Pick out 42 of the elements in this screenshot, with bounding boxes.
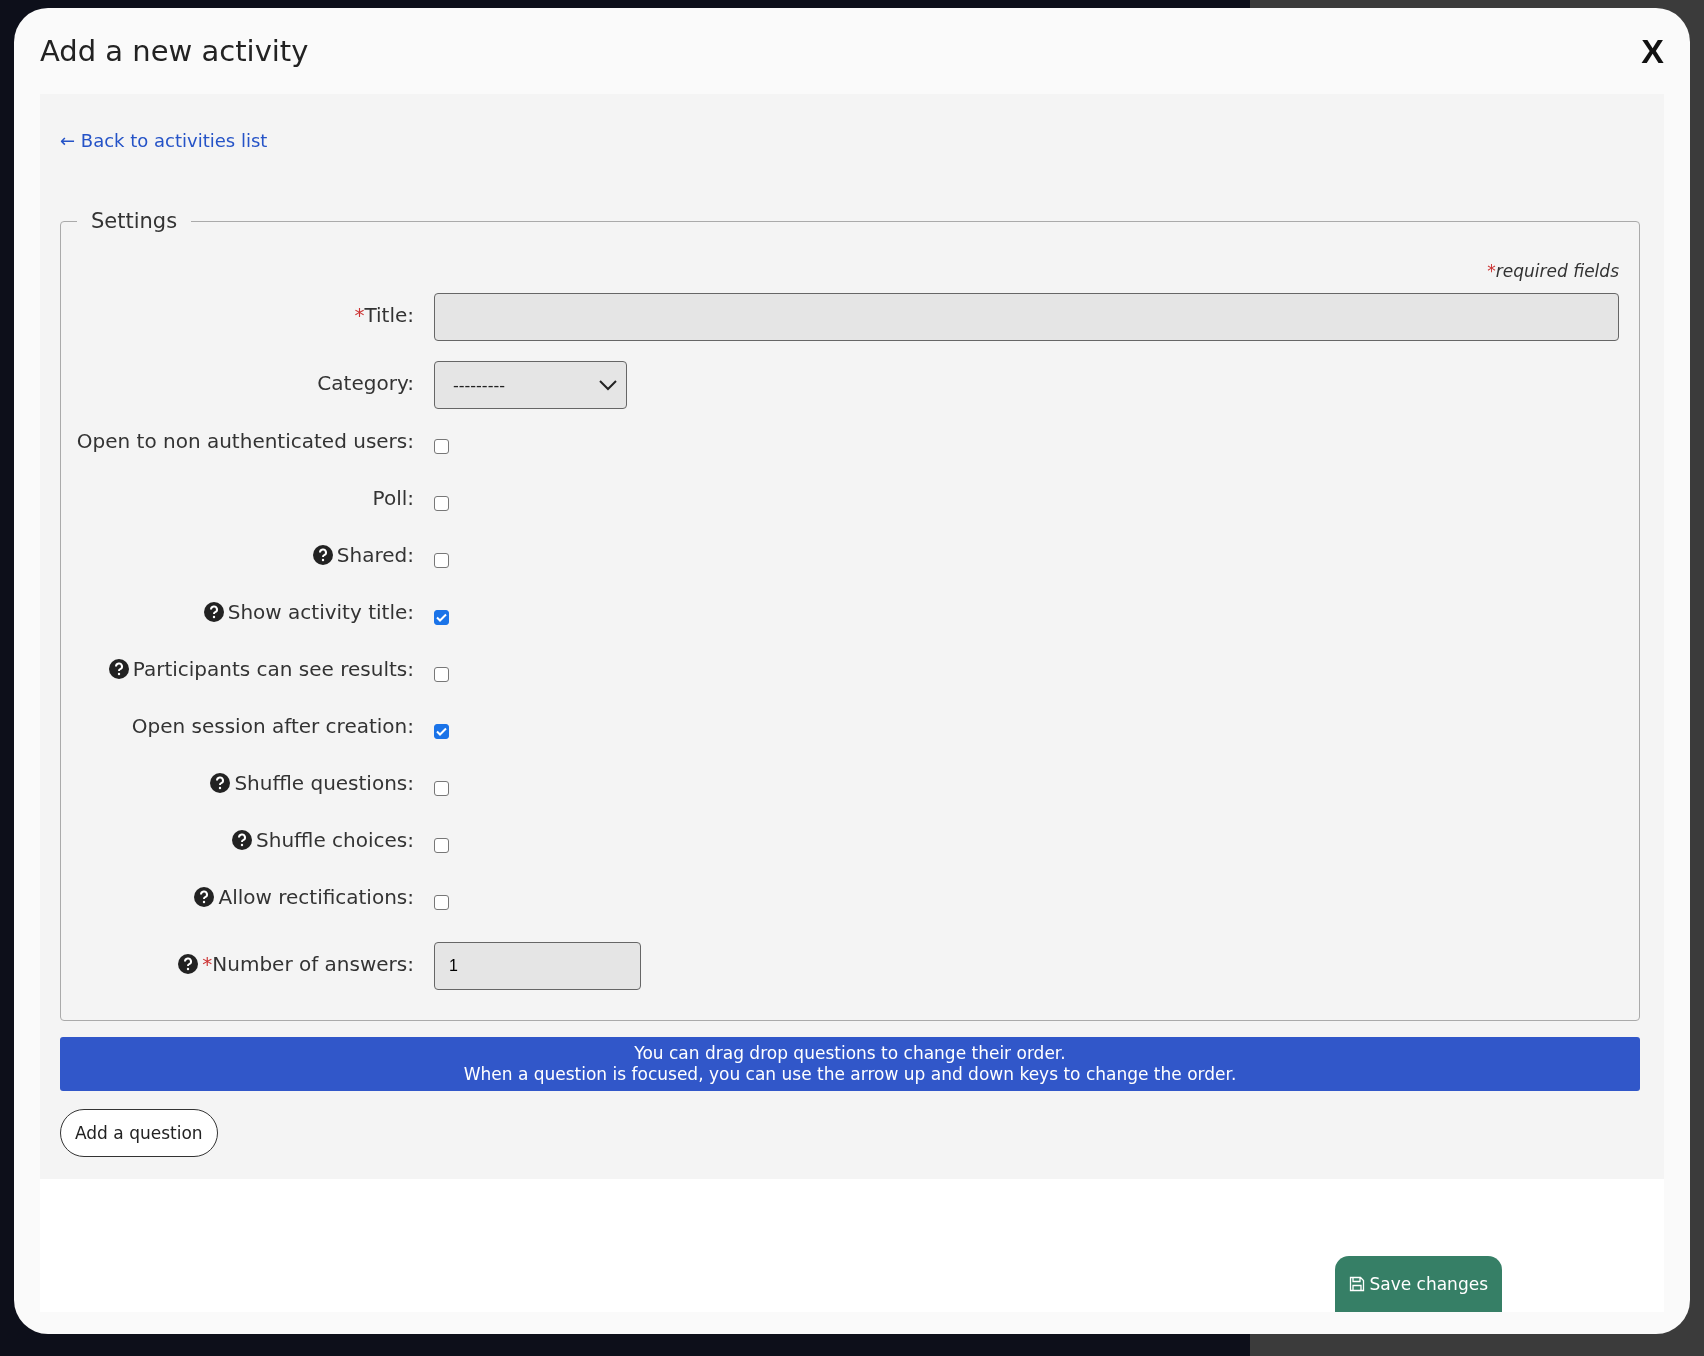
- add-question-button[interactable]: Add a question: [60, 1109, 218, 1157]
- field-label: Show activity title:: [227, 600, 414, 624]
- help-icon[interactable]: [312, 545, 333, 565]
- settings-legend: Settings: [77, 209, 192, 233]
- field-label: Shared:: [336, 543, 414, 567]
- checkbox[interactable]: [434, 667, 449, 682]
- help-icon[interactable]: [232, 830, 253, 850]
- checkbox[interactable]: [434, 724, 449, 739]
- field-label: *Number of answers:: [202, 952, 414, 976]
- checkbox[interactable]: [434, 781, 449, 796]
- checkbox[interactable]: [434, 838, 449, 853]
- help-icon[interactable]: [203, 602, 224, 622]
- banner-text: When a question is focused, you can use the arrow up and down keys to change the order.: [463, 1064, 1237, 1085]
- field-label: *Title:: [354, 303, 414, 327]
- checkbox[interactable]: [434, 553, 449, 568]
- field-label: Allow rectifications:: [218, 885, 414, 909]
- checkbox[interactable]: [434, 895, 449, 910]
- category-select[interactable]: ---------: [434, 361, 627, 409]
- select-value: ---------: [453, 375, 505, 395]
- help-icon[interactable]: [178, 954, 199, 974]
- help-icon[interactable]: [108, 659, 129, 679]
- field-label: Open to non authenticated users:: [76, 429, 414, 453]
- field-label: Open session after creation:: [131, 714, 414, 738]
- close-button[interactable]: X: [1641, 31, 1664, 71]
- help-icon[interactable]: [194, 887, 215, 907]
- checkbox[interactable]: [434, 610, 449, 625]
- checkbox[interactable]: [434, 439, 449, 454]
- field-label: Category:: [317, 371, 414, 395]
- field-label: Poll:: [372, 486, 414, 510]
- checkbox[interactable]: [434, 496, 449, 511]
- number-input[interactable]: 1: [434, 942, 641, 990]
- field-label: Shuffle questions:: [234, 771, 414, 795]
- title-input[interactable]: [434, 293, 1619, 341]
- required-note: *required fields: [1486, 261, 1619, 281]
- modal-title: Add a new activity: [40, 34, 309, 68]
- field-label: Shuffle choices:: [256, 828, 414, 852]
- back-link[interactable]: ← Back to activities list: [60, 130, 268, 151]
- chevron-down-icon: [598, 379, 618, 391]
- banner-text: You can drag drop questions to change their order.: [634, 1043, 1066, 1064]
- save-button[interactable]: Save changes: [1335, 1256, 1502, 1312]
- help-icon[interactable]: [210, 773, 231, 793]
- field-label: Participants can see results:: [132, 657, 414, 681]
